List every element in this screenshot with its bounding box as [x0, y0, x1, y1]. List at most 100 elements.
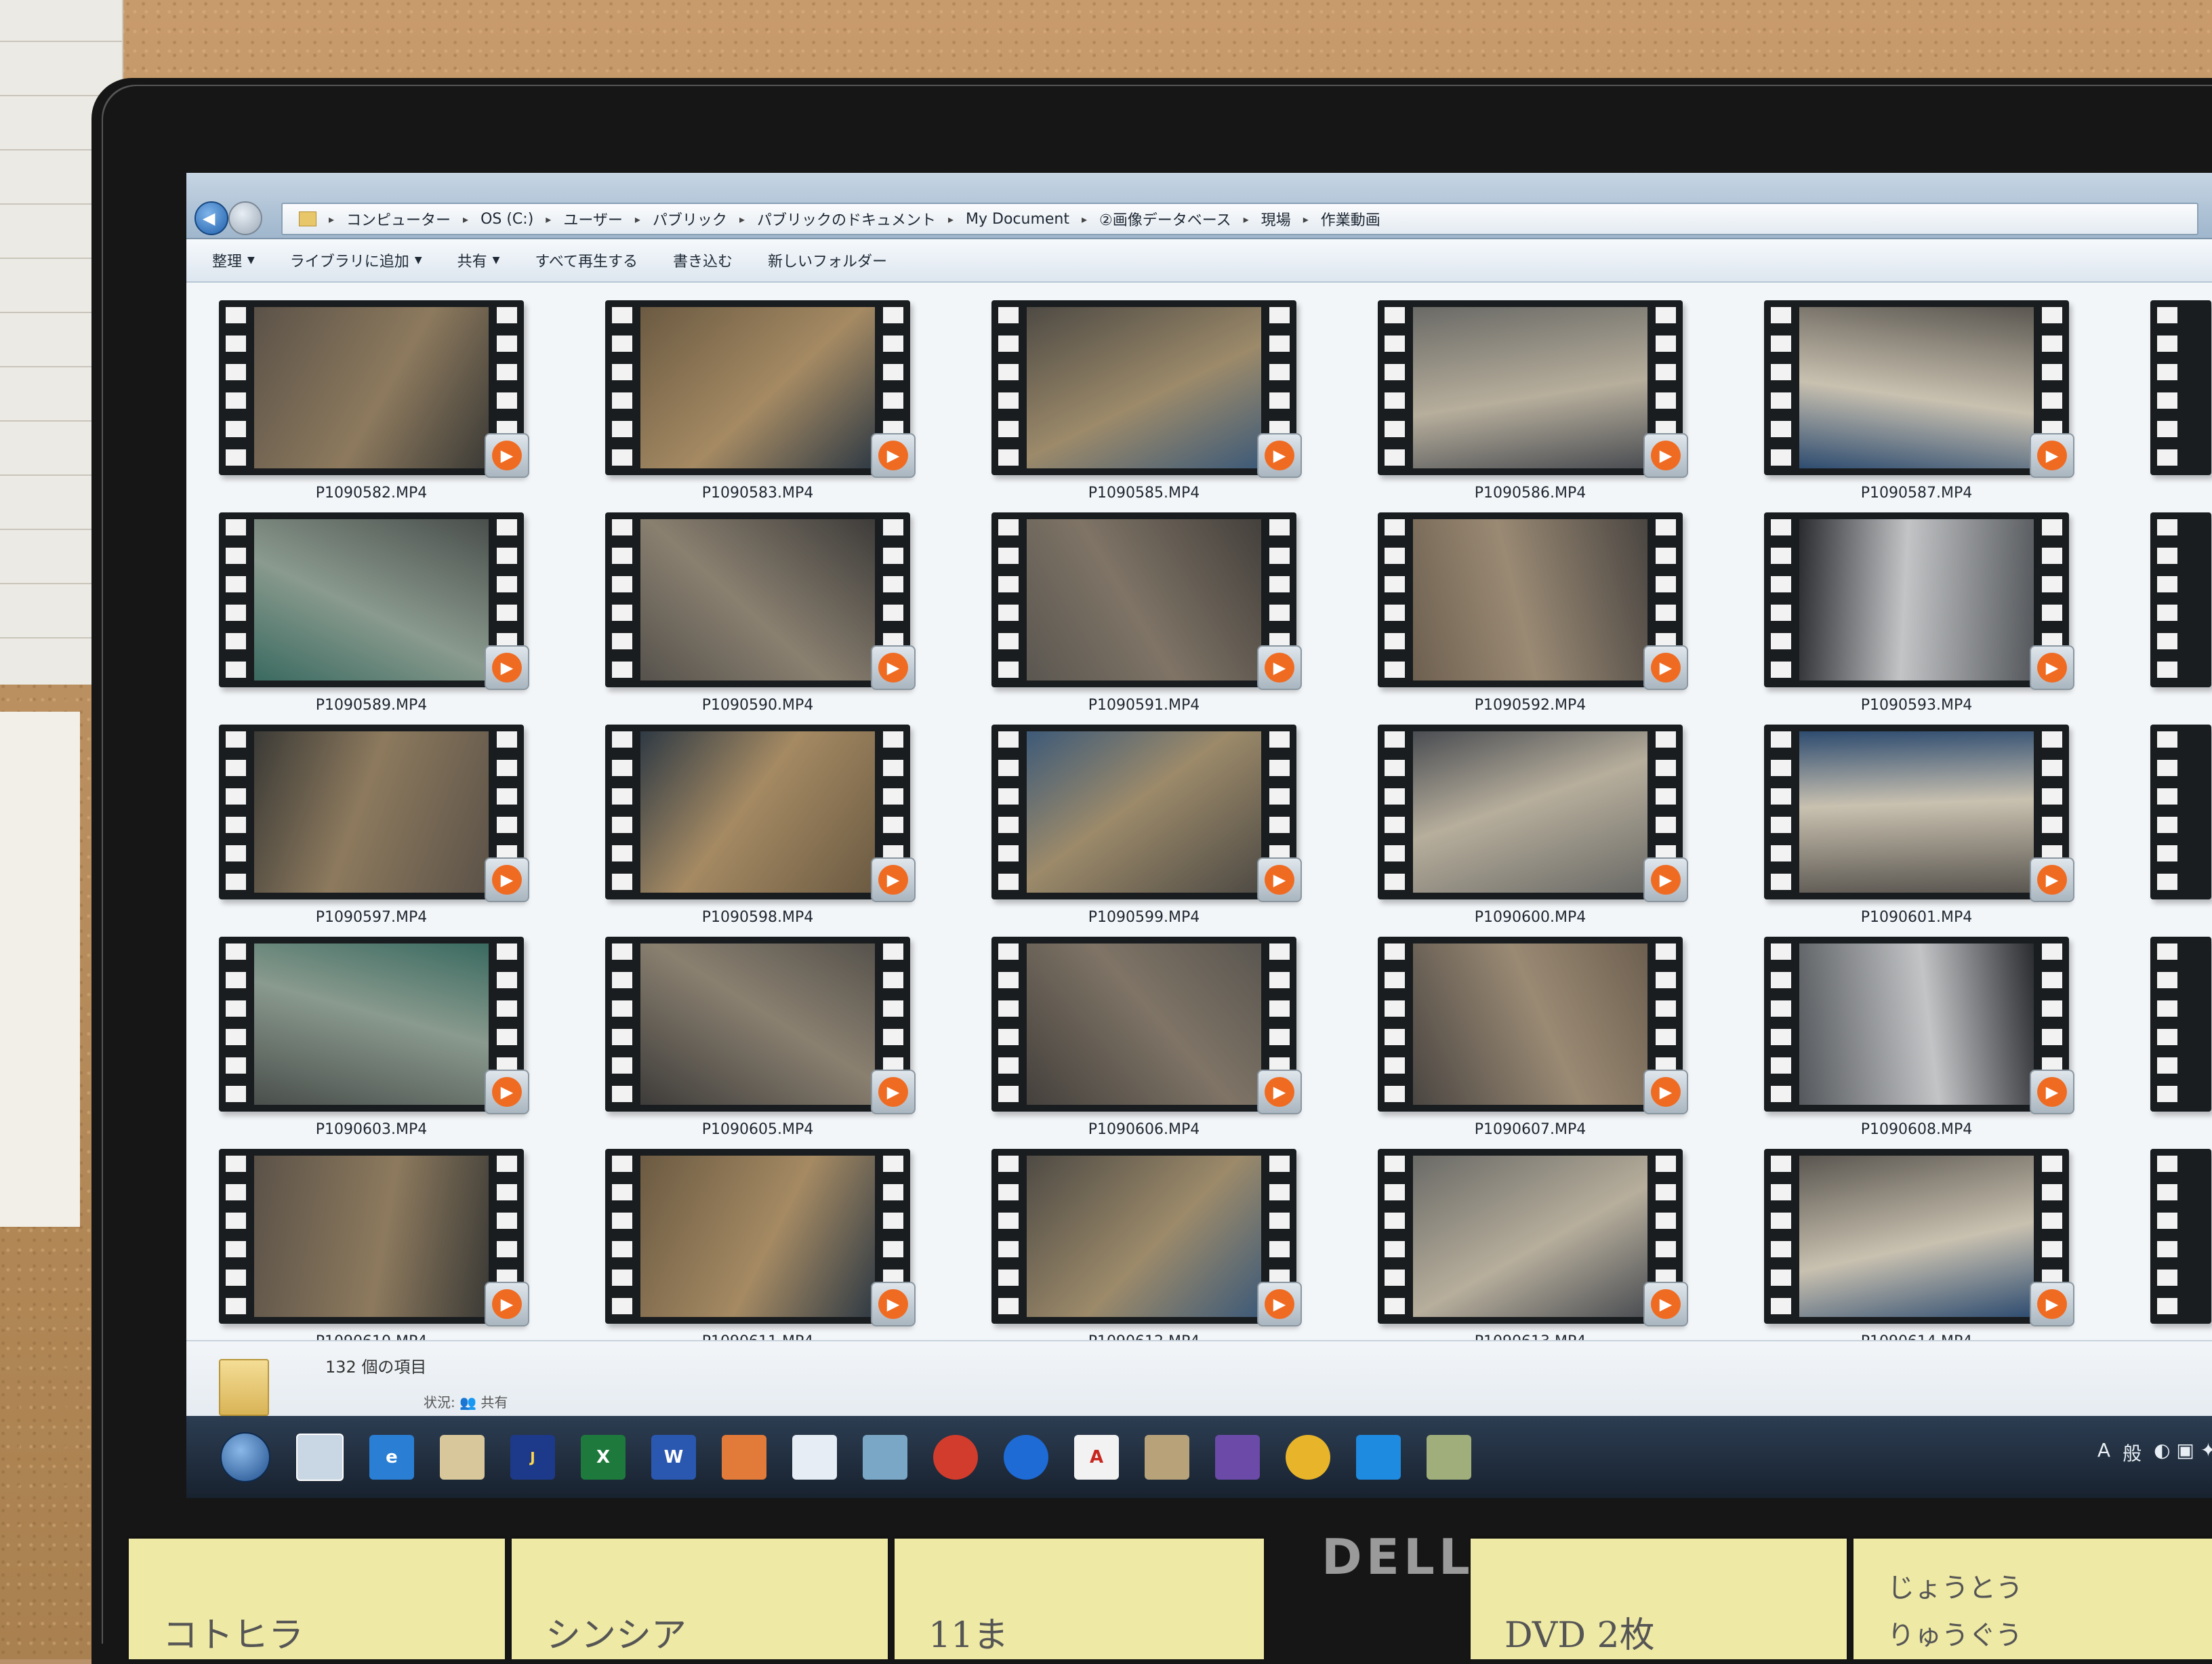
- printer-app-icon[interactable]: [1145, 1434, 1189, 1480]
- video-file-item[interactable]: ▶ P1090601.MP4: [1764, 725, 2150, 937]
- file-name: P1090593.MP4: [1860, 697, 1973, 714]
- video-file-item[interactable]: ▶ P1090597.MP4: [219, 725, 605, 937]
- video-file-item[interactable]: ▶ P1090606.MP4: [991, 937, 1378, 1149]
- video-thumbnail: [605, 725, 910, 899]
- excel-icon[interactable]: X: [581, 1434, 626, 1480]
- video-thumbnail: [605, 300, 910, 475]
- play-icon: ▶: [1257, 1070, 1302, 1114]
- breadcrumb-item[interactable]: 現場: [1261, 208, 1291, 230]
- chrome-icon[interactable]: [1286, 1434, 1330, 1480]
- notepad-icon[interactable]: [440, 1434, 485, 1480]
- add-to-library-menu[interactable]: ライブラリに追加 ▼: [290, 249, 422, 271]
- photo-app-icon[interactable]: [722, 1434, 766, 1480]
- video-file-item[interactable]: ▶ P1090586.MP4: [1378, 300, 1764, 512]
- video-file-item[interactable]: ▶P1090610.MP4: [219, 1149, 605, 1361]
- back-button[interactable]: ◀: [194, 201, 228, 235]
- play-icon: ▶: [871, 857, 916, 902]
- play-icon: ▶: [871, 645, 916, 690]
- breadcrumb-item[interactable]: My Document: [966, 211, 1069, 228]
- video-file-item[interactable]: ▶ P1090605.MP4: [605, 937, 991, 1149]
- forward-button[interactable]: [228, 201, 262, 235]
- video-file-item[interactable]: ▶ P1090585.MP4: [991, 300, 1378, 512]
- explorer-taskbar-icon[interactable]: [296, 1433, 344, 1481]
- video-thumbnail: [219, 937, 524, 1112]
- video-file-item[interactable]: ▶P1090613.MP4: [1378, 1149, 1764, 1361]
- ime-mode[interactable]: 般: [2123, 1439, 2142, 1466]
- video-file-item[interactable]: ▶ P1090603.MP4: [219, 937, 605, 1149]
- taskbar: e J X W A A 般 ◐ ▣ ✦ ?: [186, 1416, 2212, 1498]
- organize-menu[interactable]: 整理 ▼: [212, 249, 255, 271]
- video-thumbnail: [219, 512, 524, 687]
- burn-button[interactable]: 書き込む: [673, 249, 733, 271]
- breadcrumb-item[interactable]: OS (C:): [480, 211, 533, 228]
- breadcrumb-item[interactable]: ユーザー: [563, 208, 623, 230]
- chevron-down-icon: ▼: [247, 255, 255, 266]
- video-file-item[interactable]: ▶ P1090599.MP4: [991, 725, 1378, 937]
- breadcrumb-item[interactable]: パブリックのドキュメント: [757, 208, 936, 230]
- video-file-item-partial[interactable]: [2150, 1149, 2212, 1361]
- new-folder-button[interactable]: 新しいフォルダー: [768, 249, 887, 271]
- share-menu[interactable]: 共有 ▼: [457, 249, 500, 271]
- video-file-item[interactable]: ▶ P1090608.MP4: [1764, 937, 2150, 1149]
- video-file-item-partial[interactable]: [2150, 937, 2212, 1149]
- file-name: P1090597.MP4: [315, 909, 428, 926]
- video-file-item[interactable]: ▶ P1090582.MP4: [219, 300, 605, 512]
- play-icon: ▶: [1643, 1070, 1688, 1114]
- video-thumbnail: [991, 937, 1296, 1112]
- compass-app-icon[interactable]: [933, 1434, 978, 1480]
- file-name: P1090586.MP4: [1474, 485, 1586, 502]
- video-thumbnail: [991, 725, 1296, 899]
- video-file-item[interactable]: ▶ P1090591.MP4: [991, 512, 1378, 725]
- play-icon: ▶: [871, 433, 916, 478]
- video-file-item[interactable]: ▶ P1090592.MP4: [1378, 512, 1764, 725]
- ime-indicator[interactable]: A: [2097, 1439, 2110, 1466]
- video-thumbnail: [991, 1149, 1296, 1324]
- video-file-item[interactable]: ▶P1090614.MP4: [1764, 1149, 2150, 1361]
- play-icon: ▶: [2030, 1282, 2074, 1326]
- breadcrumb[interactable]: ▸ コンピューター ▸ OS (C:) ▸ ユーザー ▸ パブリック ▸ パブリックのド…: [281, 203, 2198, 235]
- internet-explorer-icon[interactable]: e: [369, 1434, 414, 1480]
- acrobat-icon[interactable]: A: [1074, 1434, 1119, 1480]
- start-button[interactable]: [220, 1432, 270, 1482]
- breadcrumb-item[interactable]: 作業動画: [1321, 208, 1380, 230]
- video-file-item[interactable]: ▶P1090612.MP4: [991, 1149, 1378, 1361]
- file-name: P1090592.MP4: [1474, 697, 1586, 714]
- video-thumbnail: [1764, 725, 2069, 899]
- pen-tool-icon[interactable]: [792, 1434, 837, 1480]
- breadcrumb-item[interactable]: パブリック: [653, 208, 727, 230]
- tablet-app-icon[interactable]: [863, 1434, 907, 1480]
- video-file-item-partial[interactable]: [2150, 725, 2212, 937]
- tray-icons: ◐ ▣ ✦ ?: [2154, 1439, 2212, 1461]
- video-file-item[interactable]: ▶ P1090583.MP4: [605, 300, 991, 512]
- video-file-item[interactable]: ▶ P1090589.MP4: [219, 512, 605, 725]
- play-icon: ▶: [485, 645, 529, 690]
- file-name: P1090606.MP4: [1088, 1121, 1200, 1138]
- play-all-button[interactable]: すべて再生する: [535, 249, 638, 271]
- word-icon[interactable]: W: [651, 1434, 696, 1480]
- play-icon: ▶: [1257, 433, 1302, 478]
- video-file-item-partial[interactable]: [2150, 512, 2212, 725]
- file-grid: ▶ P1090582.MP4 ▶ P1090583.MP4 ▶ P1090585.MP4 ▶…: [219, 300, 2212, 1361]
- video-thumbnail: [2150, 725, 2211, 899]
- video-file-item[interactable]: ▶ P1090587.MP4: [1764, 300, 2150, 512]
- video-thumbnail: [2150, 1149, 2211, 1324]
- video-file-item[interactable]: ▶ P1090590.MP4: [605, 512, 991, 725]
- video-file-item[interactable]: ▶ P1090607.MP4: [1378, 937, 1764, 1149]
- media-app-icon[interactable]: [1215, 1434, 1260, 1480]
- video-file-item[interactable]: ▶ P1090600.MP4: [1378, 725, 1764, 937]
- play-icon: ▶: [1257, 1282, 1302, 1326]
- video-file-item[interactable]: ▶P1090611.MP4: [605, 1149, 991, 1361]
- video-file-item[interactable]: ▶ P1090598.MP4: [605, 725, 991, 937]
- video-thumbnail: [991, 512, 1296, 687]
- video-file-item-partial[interactable]: [2150, 300, 2212, 512]
- video-file-item[interactable]: ▶ P1090593.MP4: [1764, 512, 2150, 725]
- file-name: P1090591.MP4: [1088, 697, 1200, 714]
- video-thumbnail: [1764, 300, 2069, 475]
- dropbox-icon[interactable]: [1356, 1434, 1401, 1480]
- breadcrumb-item[interactable]: ②画像データベース: [1099, 208, 1231, 230]
- breadcrumb-item[interactable]: コンピューター: [346, 208, 451, 230]
- jww-cad-icon[interactable]: J: [510, 1434, 555, 1480]
- file-name: P1090607.MP4: [1474, 1121, 1586, 1138]
- camera-app-icon[interactable]: [1427, 1434, 1471, 1480]
- quicktime-icon[interactable]: [1004, 1434, 1048, 1480]
